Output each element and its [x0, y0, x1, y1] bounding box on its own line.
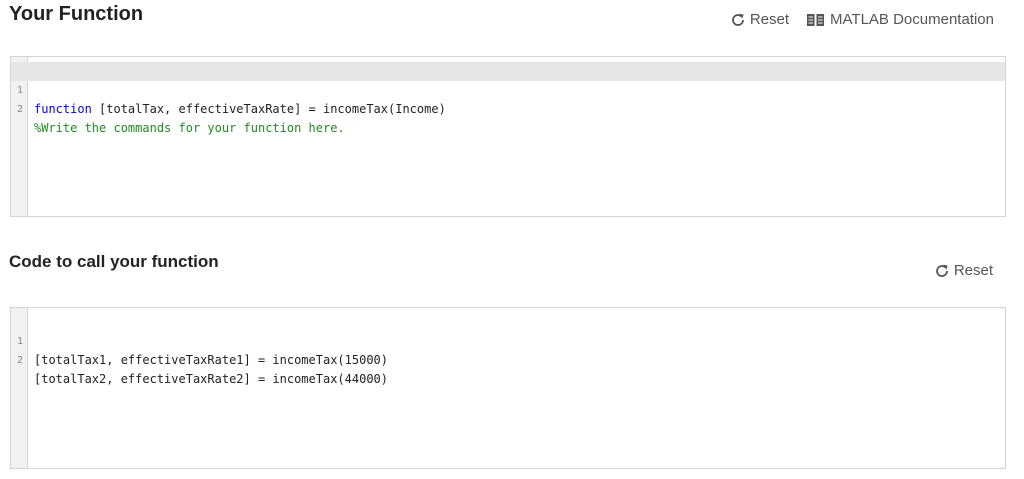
code-comment: %Write the commands for your function he…: [34, 121, 345, 135]
code-text: function [totalTax, effectiveTaxRate] = …: [34, 100, 446, 119]
call-toolbar: Reset: [934, 262, 993, 279]
code-line[interactable]: 1 [totalTax1, effectiveTaxRate1] = incom…: [11, 313, 1005, 367]
code-text: [totalTax2, effectiveTaxRate2] = incomeT…: [34, 372, 389, 386]
line-number: 2: [16, 355, 23, 366]
function-reset-label: Reset: [749, 11, 790, 28]
call-reset-button[interactable]: Reset: [934, 262, 993, 279]
function-toolbar: Reset MATLAB Documentation: [730, 11, 994, 28]
code-line[interactable]: 1 function [totalTax, effectiveTaxRate] …: [11, 62, 1005, 116]
function-reset-button[interactable]: Reset: [730, 11, 789, 28]
documentation-label: MATLAB Documentation: [830, 11, 994, 28]
call-code-editor[interactable]: 1 [totalTax1, effectiveTaxRate1] = incom…: [10, 307, 1006, 469]
code-signature: [totalTax, effectiveTaxRate] = incomeTax…: [91, 102, 446, 116]
matlab-documentation-link[interactable]: MATLAB Documentation: [807, 11, 994, 28]
function-code-editor[interactable]: 1 function [totalTax, effectiveTaxRate] …: [10, 56, 1006, 217]
call-section-title: Code to call your function: [9, 252, 219, 271]
code-line[interactable]: 2 %Write the commands for your function …: [11, 81, 1005, 135]
code-text: [totalTax1, effectiveTaxRate1] = incomeT…: [34, 353, 389, 367]
code-line[interactable]: 2 [totalTax2, effectiveTaxRate2] = incom…: [11, 332, 1005, 386]
call-reset-label: Reset: [953, 262, 993, 279]
reset-icon: [934, 263, 950, 279]
line-number: 2: [16, 104, 23, 115]
book-icon: [807, 13, 825, 27]
function-section-title: Your Function: [9, 3, 144, 25]
reset-icon: [730, 12, 746, 28]
